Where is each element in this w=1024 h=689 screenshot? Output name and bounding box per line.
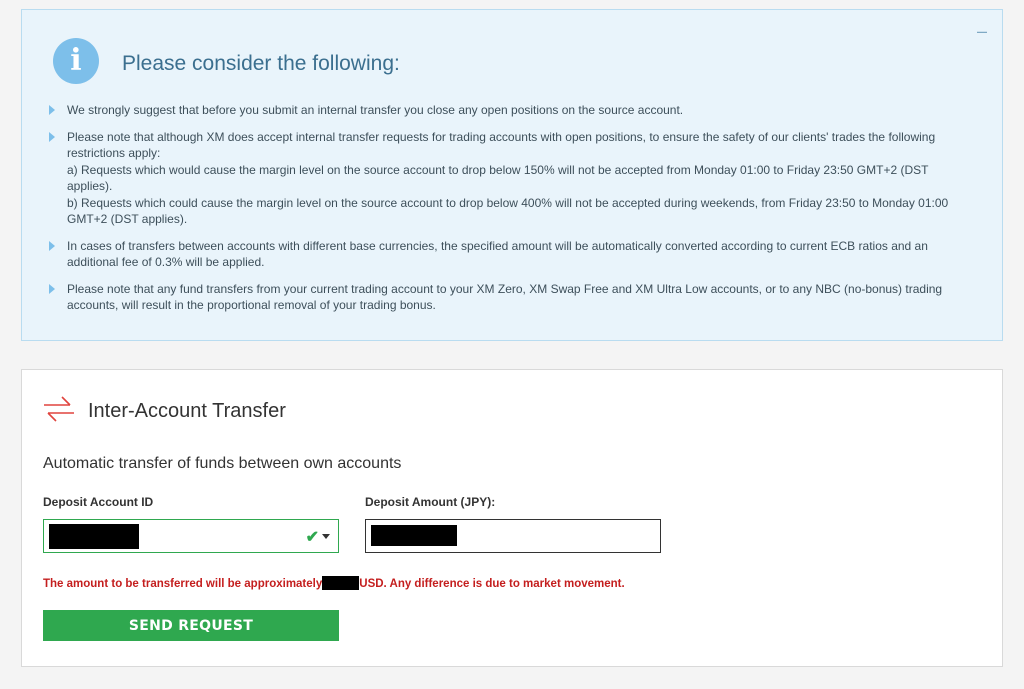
notice-item: In cases of transfers between accounts w… — [46, 238, 966, 271]
amount-input[interactable] — [365, 519, 661, 553]
notice-box: i Please consider the following: – We st… — [21, 9, 1003, 341]
bullet-arrow-icon — [49, 240, 55, 251]
panel-subtitle: Automatic transfer of funds between own … — [43, 455, 402, 472]
account-id-select[interactable]: ✔ — [43, 519, 339, 553]
collapse-icon[interactable]: – — [977, 22, 987, 40]
account-id-label: Deposit Account ID — [43, 495, 154, 509]
redacted-usd-amount — [322, 576, 360, 590]
bullet-arrow-icon — [49, 105, 55, 115]
transfer-panel: Inter-Account Transfer Automatic transfe… — [21, 369, 1003, 667]
send-request-button[interactable]: SEND REQUEST — [43, 610, 339, 641]
panel-title: Inter-Account Transfer — [88, 400, 286, 422]
notice-title: Please consider the following: — [122, 52, 400, 75]
chevron-down-icon — [322, 534, 330, 539]
checkmark-icon: ✔ — [305, 529, 319, 546]
notice-item: We strongly suggest that before you subm… — [46, 102, 966, 119]
notice-item: Please note that any fund transfers from… — [46, 281, 966, 314]
redacted-account-id — [49, 524, 139, 549]
info-icon: i — [53, 38, 99, 84]
notice-item: Please note that although XM does accept… — [46, 129, 966, 228]
transfer-arrows-icon — [44, 396, 74, 422]
amount-label: Deposit Amount (JPY): — [365, 495, 496, 509]
conversion-warning: The amount to be transferred will be app… — [43, 576, 625, 590]
bullet-arrow-icon — [49, 283, 55, 294]
bullet-arrow-icon — [49, 131, 55, 142]
redacted-amount — [371, 525, 457, 546]
notice-list: We strongly suggest that before you subm… — [46, 102, 966, 324]
